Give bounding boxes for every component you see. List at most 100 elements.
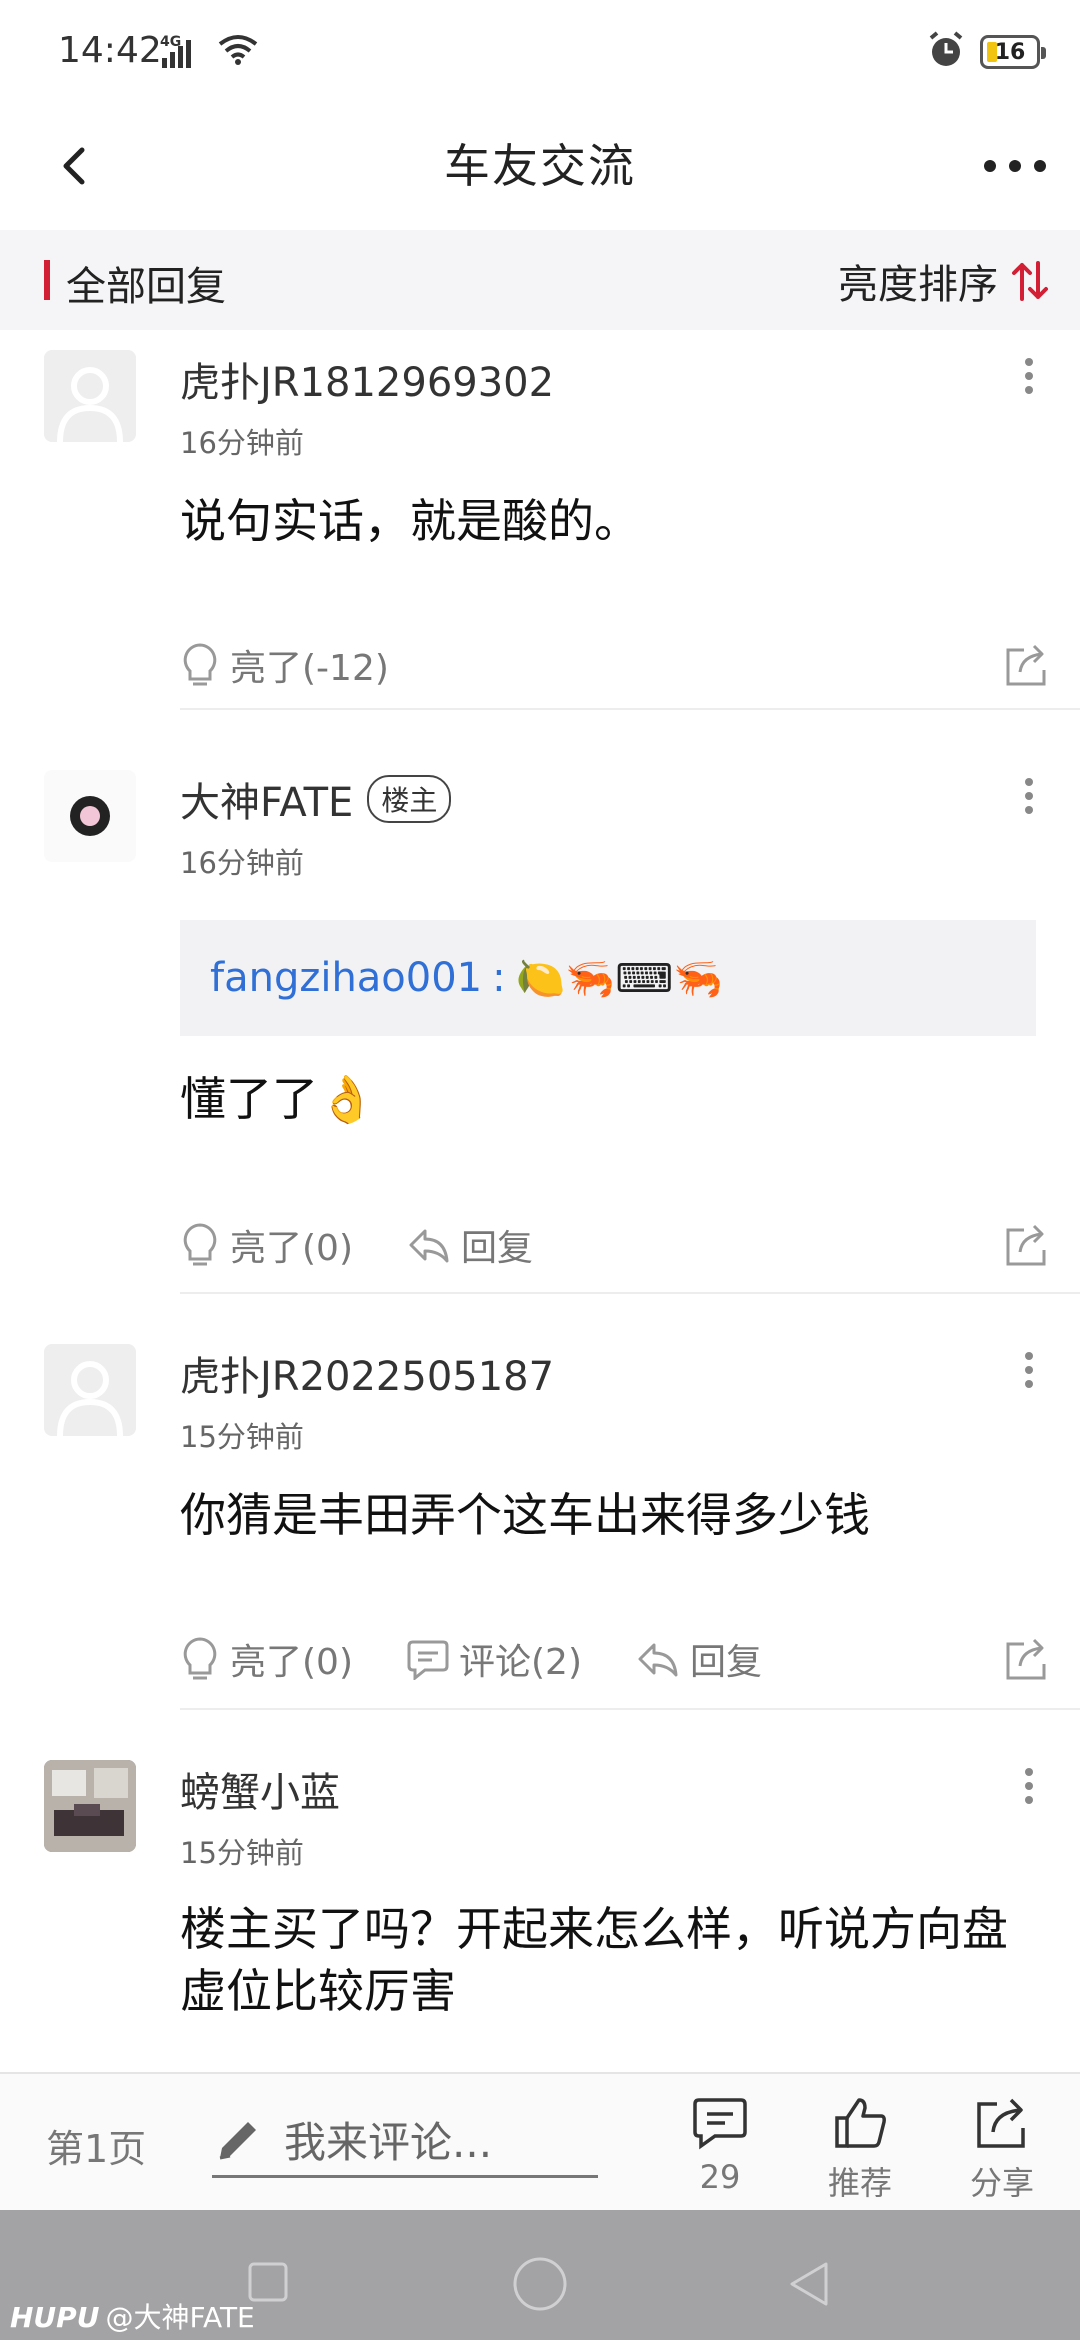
comment-item: 虎扑JR1812969302 16分钟前 说句实话，就是酸的。 亮了(-12) <box>0 330 1080 710</box>
user-avatar-image <box>70 796 110 836</box>
timestamp: 16分钟前 <box>180 846 304 880</box>
light-count: 亮了(0) <box>230 1642 353 1683</box>
more-vertical-icon[interactable] <box>1022 776 1036 816</box>
more-button[interactable] <box>980 146 1050 186</box>
comment-count: 29 <box>699 2158 741 2196</box>
comment-text: 懂了了👌 <box>180 1072 376 1126</box>
avatar[interactable] <box>44 770 136 862</box>
bottom-toolbar: 第1页 我来评论... 29 推荐 分享 <box>0 2072 1080 2210</box>
comment-input-placeholder: 我来评论... <box>284 2118 493 2167</box>
more-vertical-icon[interactable] <box>1022 356 1036 396</box>
light-button[interactable]: 亮了(0) <box>180 1633 353 1685</box>
share-icon <box>1006 1224 1046 1266</box>
user-avatar-image <box>44 1760 136 1852</box>
home-icon[interactable] <box>512 2256 568 2312</box>
comment-bubble-icon <box>407 1640 449 1680</box>
quoted-text: 🍋🦐⌨🦐 <box>515 955 723 1002</box>
section-accent-bar <box>44 260 50 300</box>
share-icon <box>1006 1638 1046 1680</box>
comment-text: 你猜是丰田弄个这车出来得多少钱 <box>180 1488 870 1542</box>
comment-item: 大神FATE 楼主 16分钟前 fangzihao001 : 🍋🦐⌨🦐 懂了了👌… <box>0 750 1080 1290</box>
back-triangle-icon[interactable] <box>786 2260 830 2308</box>
quote-separator: : <box>492 955 506 1001</box>
share-icon <box>977 2098 1025 2148</box>
watermark-text: @大神FATE <box>105 2301 255 2334</box>
sort-label: 亮度排序 <box>838 262 998 308</box>
sub-comments-label: 评论(2) <box>459 1642 582 1683</box>
reply-button[interactable]: 回复 <box>636 1633 762 1685</box>
username-text: 虎扑JR1812969302 <box>180 360 555 406</box>
pencil-icon <box>219 2121 256 2159</box>
comment-bubble-icon <box>693 2098 747 2150</box>
username-text: 虎扑JR2022505187 <box>180 1354 555 1400</box>
light-button[interactable]: 亮了(-12) <box>180 639 389 691</box>
section-title: 全部回复 <box>66 264 226 310</box>
reply-button[interactable]: 回复 <box>407 1219 533 1271</box>
status-time: 14:42 <box>58 30 162 71</box>
timestamp: 15分钟前 <box>180 1836 304 1870</box>
divider <box>180 1708 1080 1710</box>
share-label: 分享 <box>969 2164 1034 2202</box>
reply-icon <box>409 1229 449 1263</box>
timestamp: 15分钟前 <box>180 1420 304 1454</box>
avatar[interactable] <box>44 1760 136 1852</box>
comment-text: 楼主买了吗？开起来怎么样，听说方向盘虚位比较厉害 <box>180 1902 1008 2018</box>
comment-actions: 亮了(0) 回复 <box>180 1210 1050 1280</box>
status-bar: 14:42 4G 16 <box>0 0 1080 110</box>
replies-header: 全部回复 亮度排序 <box>0 230 1080 330</box>
alarm-icon <box>926 30 966 74</box>
recommend-button[interactable]: 推荐 <box>810 2094 910 2204</box>
watermark: HUPU @大神FATE <box>10 2296 255 2336</box>
share-comment-button[interactable] <box>1004 1222 1050 1272</box>
username[interactable]: 虎扑JR2022505187 <box>180 1344 554 1402</box>
lightbulb-icon <box>183 1637 217 1680</box>
more-vertical-icon[interactable] <box>1022 1766 1036 1806</box>
share-icon <box>1006 644 1046 686</box>
reply-icon <box>638 1643 678 1677</box>
avatar[interactable] <box>44 1344 136 1436</box>
op-badge: 楼主 <box>367 775 452 823</box>
comments-button[interactable]: 29 <box>670 2094 770 2196</box>
quoted-reply[interactable]: fangzihao001 : 🍋🦐⌨🦐 <box>180 920 1036 1036</box>
wifi-icon <box>218 34 258 70</box>
username[interactable]: 螃蟹小蓝 <box>180 1760 340 1818</box>
light-count: 亮了(-12) <box>230 648 389 689</box>
comment-actions: 亮了(-12) <box>180 630 1050 700</box>
avatar[interactable] <box>44 350 136 442</box>
page-selector[interactable]: 第1页 <box>46 2118 146 2173</box>
comment-input[interactable]: 我来评论... <box>212 2104 598 2178</box>
battery-level: 16 <box>994 39 1026 65</box>
light-count: 亮了(0) <box>230 1228 353 1269</box>
default-avatar-icon <box>57 367 123 442</box>
hupu-logo: HUPU <box>10 2301 100 2334</box>
battery-icon: 16 <box>980 35 1046 69</box>
comment-actions: 亮了(0) 评论(2) 回复 <box>180 1624 1050 1694</box>
default-avatar-icon <box>57 1361 123 1436</box>
quoted-username[interactable]: fangzihao001 <box>210 955 482 1001</box>
cellular-signal-icon: 4G <box>160 34 208 70</box>
share-comment-button[interactable] <box>1004 642 1050 692</box>
share-button[interactable]: 分享 <box>952 2094 1052 2204</box>
status-icons: 4G <box>160 34 258 70</box>
username-text: 螃蟹小蓝 <box>180 1770 340 1816</box>
comment-item: 虎扑JR2022505187 15分钟前 你猜是丰田弄个这车出来得多少钱 亮了(… <box>0 1324 1080 1704</box>
share-comment-button[interactable] <box>1004 1636 1050 1686</box>
recommend-label: 推荐 <box>827 2164 892 2202</box>
username[interactable]: 大神FATE 楼主 <box>180 770 452 828</box>
more-horizontal-icon <box>984 160 1046 172</box>
light-button[interactable]: 亮了(0) <box>180 1219 353 1271</box>
timestamp: 16分钟前 <box>180 426 304 460</box>
sort-arrows-icon <box>1012 261 1048 301</box>
sub-comments-button[interactable]: 评论(2) <box>407 1633 582 1685</box>
status-right: 16 <box>926 30 1046 74</box>
more-vertical-icon[interactable] <box>1022 1350 1036 1390</box>
username-text: 大神FATE <box>180 780 354 826</box>
divider <box>180 1292 1080 1294</box>
reply-label: 回复 <box>461 1228 534 1269</box>
page-title: 车友交流 <box>444 139 636 193</box>
sort-button[interactable]: 亮度排序 <box>838 252 1050 310</box>
divider <box>180 708 1080 710</box>
username[interactable]: 虎扑JR1812969302 <box>180 350 554 408</box>
comment-item: 螃蟹小蓝 15分钟前 楼主买了吗？开起来怎么样，听说方向盘虚位比较厉害 <box>0 1740 1080 2070</box>
comment-text: 说句实话，就是酸的。 <box>180 494 640 548</box>
